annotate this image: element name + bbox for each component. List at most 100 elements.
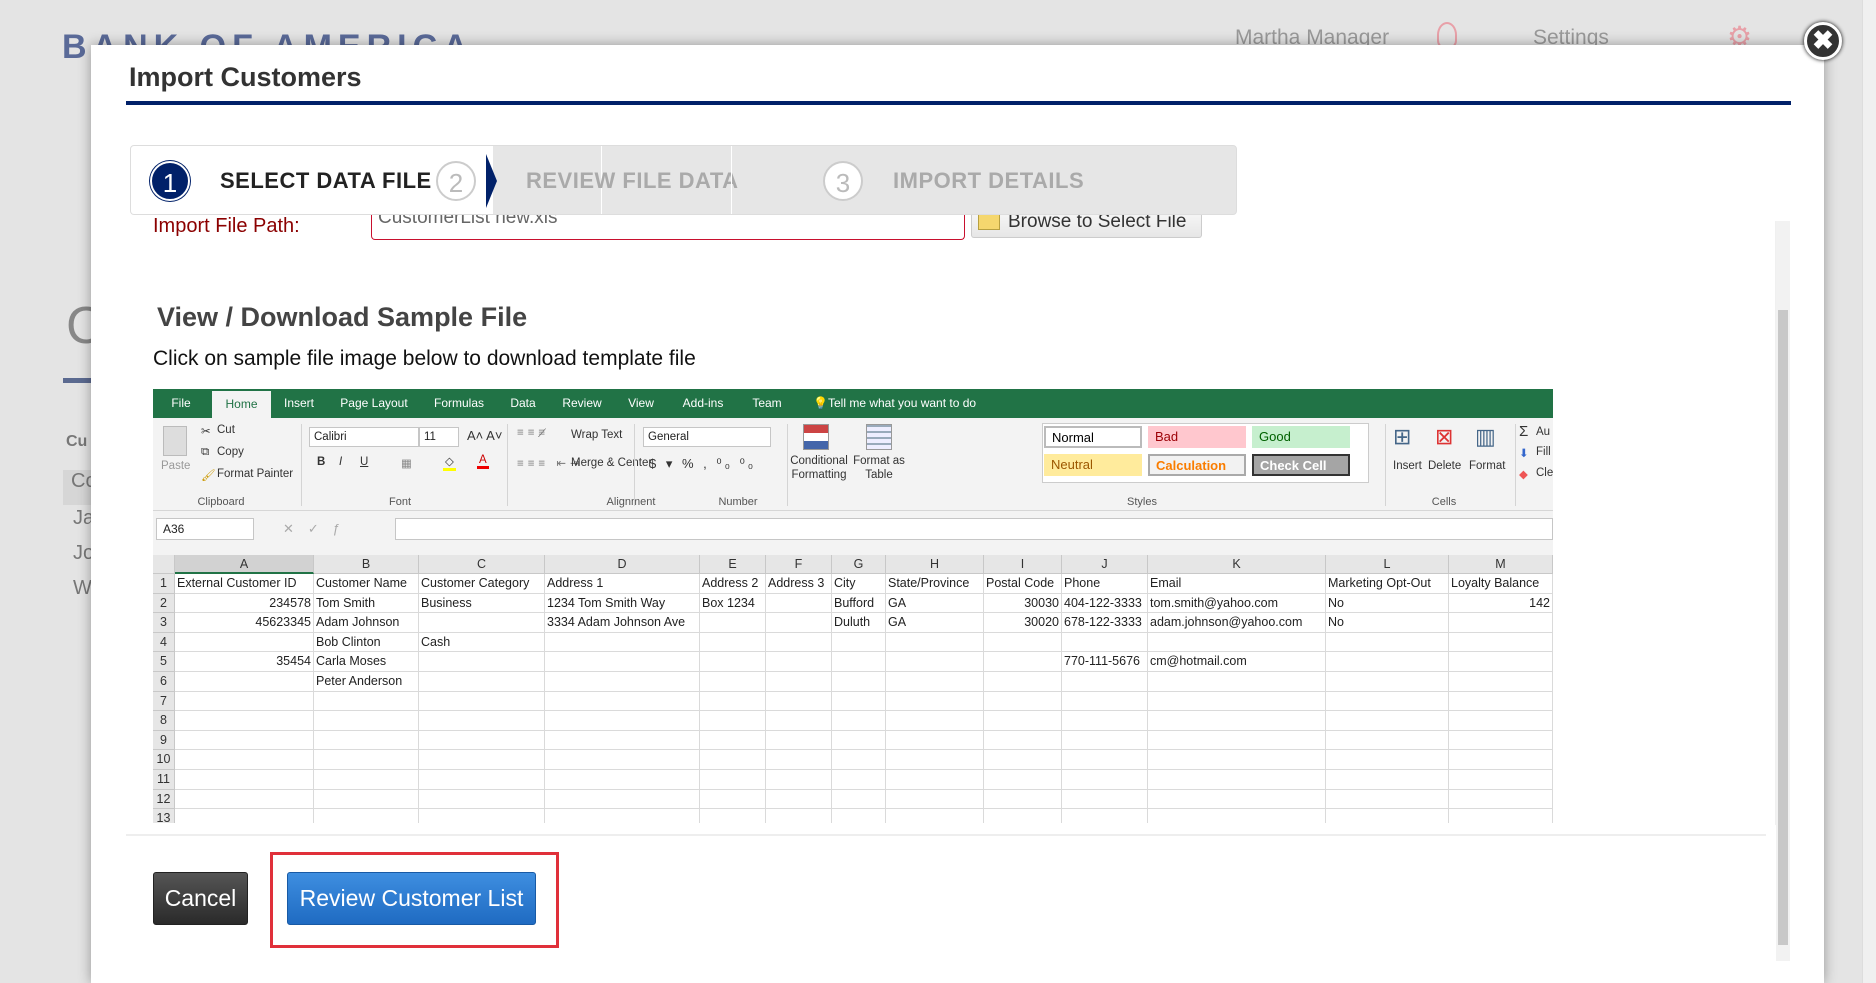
table-cell <box>984 672 1062 692</box>
table-cell: City <box>832 574 886 594</box>
row-header: 1 <box>153 574 175 594</box>
table-cell <box>1326 711 1449 731</box>
table-cell <box>984 809 1062 823</box>
table-cell <box>984 789 1062 810</box>
row-header: 7 <box>153 691 175 712</box>
table-cell <box>1062 632 1148 653</box>
excel-group-clipboard: Clipboard <box>197 496 245 508</box>
browse-button[interactable]: Browse to Select File <box>971 215 1202 238</box>
row-header: 5 <box>153 652 175 672</box>
table-cell <box>545 789 700 810</box>
table-cell <box>1148 672 1326 692</box>
table-cell <box>1449 809 1553 823</box>
row-header: 3 <box>153 613 175 633</box>
table-cell: Tom Smith <box>314 593 419 614</box>
table-cell: State/Province <box>886 574 984 594</box>
excel-tab-home: Home <box>212 391 271 420</box>
excel-insert: Insert <box>1393 460 1422 472</box>
page-scrollbar[interactable] <box>1862 0 1876 983</box>
table-cell: Customer Name <box>314 574 419 594</box>
table-cell <box>545 672 700 692</box>
table-cell <box>545 691 700 712</box>
table-cell <box>984 632 1062 653</box>
step-label: REVIEW FILE DATA <box>526 168 739 193</box>
excel-format-painter: Format Painter <box>217 468 294 480</box>
excel-font-name: Calibri <box>309 427 419 447</box>
step-divider <box>731 146 732 214</box>
row-header: 13 <box>153 809 175 823</box>
format-as-table-icon <box>866 424 892 450</box>
row-header: 4 <box>153 632 175 653</box>
table-cell <box>766 613 832 633</box>
sample-file-heading: View / Download Sample File <box>157 302 528 332</box>
paste-icon <box>163 426 187 456</box>
table-cell <box>1326 652 1449 672</box>
table-cell <box>545 632 700 653</box>
import-path-input[interactable]: CustomerList new.xls <box>371 215 965 240</box>
table-cell <box>766 770 832 790</box>
table-cell: adam.johnson@yahoo.com <box>1148 613 1326 633</box>
style-normal: Normal <box>1044 426 1142 448</box>
column-header: I <box>984 555 1062 574</box>
excel-tab-team: Team <box>752 396 782 410</box>
table-cell <box>1148 691 1326 712</box>
table-cell <box>984 730 1062 751</box>
table-cell <box>766 672 832 692</box>
table-cell <box>832 632 886 653</box>
table-cell <box>1449 750 1553 770</box>
table-cell <box>419 652 545 672</box>
table-cell <box>545 652 700 672</box>
table-cell <box>984 691 1062 712</box>
table-cell: cm@hotmail.com <box>1148 652 1326 672</box>
table-cell: No <box>1326 613 1449 633</box>
step-import-details[interactable]: 3 IMPORT DETAILS <box>823 146 1084 214</box>
cancel-button[interactable]: Cancel <box>153 872 248 925</box>
excel-group-cells: Cells <box>1431 496 1457 508</box>
font-color-icon: A <box>477 454 489 469</box>
step-review-file-data[interactable]: 2 REVIEW FILE DATA <box>436 146 739 214</box>
column-header: H <box>886 555 984 574</box>
fill-color-icon: ◇ <box>443 454 456 471</box>
table-cell <box>886 750 984 770</box>
table-cell <box>832 809 886 823</box>
excel-tab-add-ins: Add-ins <box>682 396 724 410</box>
step-number: 3 <box>823 161 863 201</box>
table-cell: Bob Clinton <box>314 632 419 653</box>
font-size-icons: A˄ A˅ <box>467 428 503 443</box>
table-cell <box>832 652 886 672</box>
sample-file-image[interactable]: File Home Insert Page Layout Formulas Da… <box>153 389 1553 823</box>
close-button[interactable]: ✖ <box>1804 22 1842 60</box>
table-cell <box>419 613 545 633</box>
review-customer-list-button[interactable]: Review Customer List <box>287 872 536 925</box>
table-cell <box>700 652 766 672</box>
table-cell <box>175 750 314 770</box>
row-header: 2 <box>153 593 175 614</box>
table-cell <box>766 632 832 653</box>
table-cell: Bufford <box>832 593 886 614</box>
table-cell <box>419 809 545 823</box>
table-cell <box>766 789 832 810</box>
table-cell <box>314 789 419 810</box>
table-cell <box>1449 613 1553 633</box>
table-cell: Adam Johnson <box>314 613 419 633</box>
conditional-formatting-icon <box>803 424 829 450</box>
excel-tab-page-layout: Page Layout <box>340 396 408 410</box>
format-cells-icon: ▥ <box>1475 424 1496 449</box>
modal-scrollbar-thumb[interactable] <box>1778 310 1788 945</box>
excel-font-size: 11 <box>419 427 459 447</box>
table-cell <box>175 809 314 823</box>
table-cell <box>1062 789 1148 810</box>
excel-number-format: General <box>643 427 771 447</box>
table-cell: 404-122-3333 <box>1062 593 1148 614</box>
excel-ribbon: Paste ✂ Cut ⧉ Copy 🖌 Format Painter Clip… <box>153 418 1553 511</box>
table-cell: Box 1234 <box>700 593 766 614</box>
table-cell <box>1326 770 1449 790</box>
table-cell: GA <box>886 593 984 614</box>
style-calculation: Calculation <box>1148 454 1246 476</box>
table-cell <box>545 730 700 751</box>
table-cell <box>700 789 766 810</box>
table-cell <box>1326 750 1449 770</box>
table-cell <box>1148 730 1326 751</box>
row-header: 9 <box>153 730 175 751</box>
table-cell: Address 1 <box>545 574 700 594</box>
